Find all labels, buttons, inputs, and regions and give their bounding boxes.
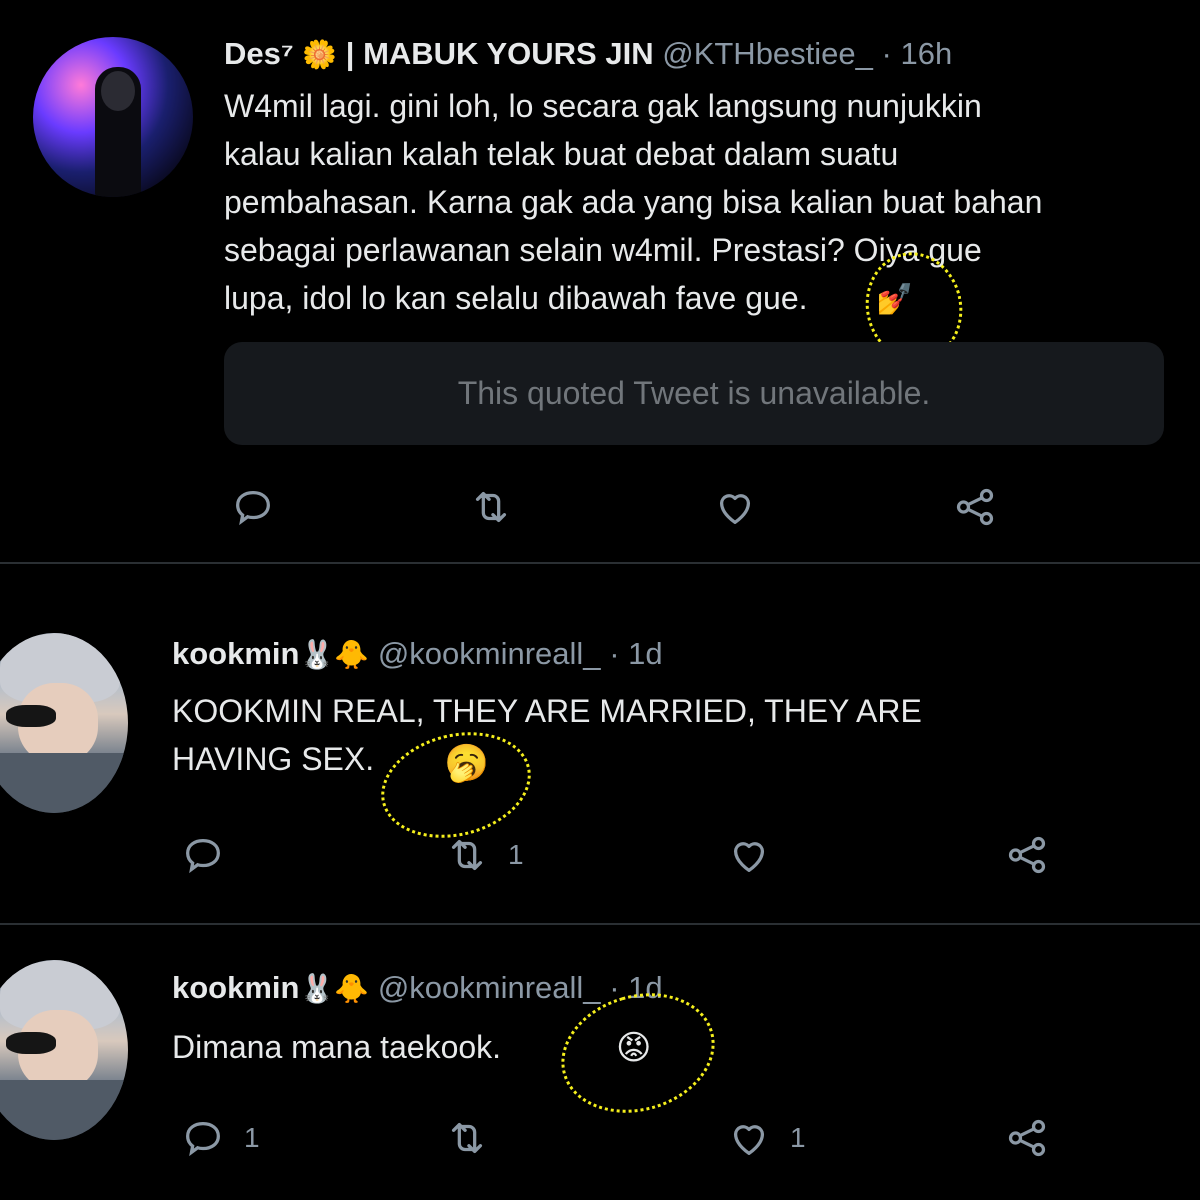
handle[interactable]: @kookminreall_ — [378, 970, 601, 1005]
handle[interactable]: @KTHbestiee_ — [662, 36, 873, 71]
tweet-header: kookmin🐰🐥 @kookminreall_ · 1d — [172, 970, 663, 1006]
flower-icon: 🌼 — [302, 38, 338, 71]
retweet-icon — [451, 839, 483, 871]
tweet-2[interactable]: kookmin🐰🐥 @kookminreall_ · 1d KOOKMIN RE… — [0, 568, 1200, 923]
tweet-3[interactable]: kookmin🐰🐥 @kookminreall_ · 1d Dimana man… — [0, 927, 1200, 1200]
reply-icon — [236, 490, 270, 526]
share-button[interactable] — [952, 484, 998, 530]
share-button[interactable] — [1004, 832, 1050, 878]
retweet-button[interactable] — [468, 484, 532, 530]
like-button[interactable] — [712, 484, 776, 530]
tweet-text: W4mil lagi. gini loh, lo secara gak lang… — [224, 88, 1043, 316]
quoted-tweet-card[interactable]: This quoted Tweet is unavailable. — [224, 342, 1164, 445]
handle[interactable]: @kookminreall_ — [378, 636, 601, 671]
display-name-suffix[interactable]: | MABUK YOURS JIN — [337, 36, 654, 71]
bunny-chick-icon: 🐰🐥 — [299, 972, 370, 1005]
retweet-count: 1 — [508, 839, 524, 870]
share-icon — [1008, 836, 1046, 874]
bunny-chick-icon: 🐰🐥 — [299, 638, 370, 671]
retweet-button[interactable] — [444, 1115, 508, 1161]
like-button[interactable]: 1 — [726, 1115, 806, 1161]
yawning-face-icon: 🥱 — [444, 743, 489, 784]
tweet-header: Des⁷ 🌼 | MABUK YOURS JIN @KTHbestiee_ · … — [224, 36, 952, 72]
reply-count: 1 — [244, 1122, 260, 1153]
separator: · — [609, 970, 620, 1005]
display-name[interactable]: kookmin — [172, 970, 299, 1005]
avatar[interactable] — [0, 960, 128, 1140]
tweet-1[interactable]: Des⁷ 🌼 | MABUK YOURS JIN @KTHbestiee_ · … — [0, 0, 1200, 560]
avatar[interactable] — [33, 37, 193, 197]
reply-button[interactable] — [180, 832, 244, 878]
reply-icon — [186, 1121, 220, 1157]
tweet-header: kookmin🐰🐥 @kookminreall_ · 1d — [172, 636, 663, 672]
separator: · — [609, 636, 620, 671]
tweet-text: Dimana mana taekook. — [172, 1029, 502, 1065]
angry-face-icon: 😡 — [616, 1028, 652, 1068]
divider — [0, 923, 1200, 925]
retweet-icon — [451, 1122, 483, 1154]
share-icon — [1008, 1119, 1046, 1157]
retweet-button[interactable]: 1 — [444, 832, 524, 878]
like-icon — [719, 494, 751, 524]
quoted-tweet-unavailable: This quoted Tweet is unavailable. — [457, 375, 931, 411]
share-icon — [956, 488, 994, 526]
reply-icon — [186, 838, 220, 874]
like-icon — [733, 1125, 765, 1155]
retweet-icon — [475, 491, 507, 523]
reply-button[interactable] — [230, 484, 294, 530]
timestamp[interactable]: 1d — [628, 970, 662, 1005]
tweet-text: KOOKMIN REAL, THEY ARE MARRIED, THEY ARE… — [172, 693, 922, 777]
avatar[interactable] — [0, 633, 128, 813]
like-icon — [733, 842, 765, 872]
divider — [0, 562, 1200, 564]
share-button[interactable] — [1004, 1115, 1050, 1161]
nail-polish-icon: 💅 — [876, 282, 914, 317]
like-button[interactable] — [726, 832, 790, 878]
like-count: 1 — [790, 1122, 806, 1153]
separator: · — [881, 36, 892, 71]
reply-button[interactable]: 1 — [180, 1115, 260, 1161]
timestamp[interactable]: 16h — [900, 36, 952, 71]
display-name[interactable]: kookmin — [172, 636, 299, 671]
timestamp[interactable]: 1d — [628, 636, 662, 671]
display-name[interactable]: Des⁷ — [224, 36, 294, 71]
